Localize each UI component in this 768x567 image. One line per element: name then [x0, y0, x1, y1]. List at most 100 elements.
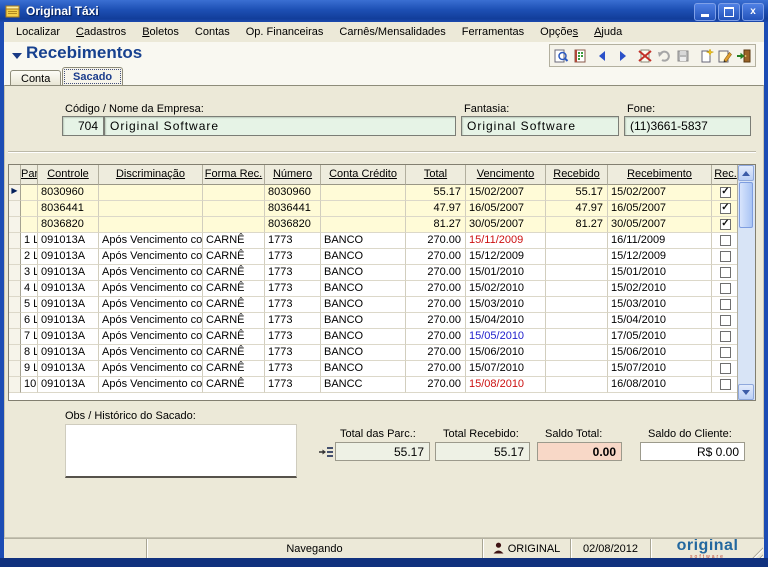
parcel-list-icon[interactable]: [318, 444, 334, 460]
header-vencimento[interactable]: Vencimento: [466, 165, 546, 185]
cell-forma-rec: CARNÊ: [203, 281, 265, 297]
rec-checkbox[interactable]: [720, 219, 731, 230]
header-controle[interactable]: Controle: [38, 165, 99, 185]
rec-checkbox[interactable]: [720, 235, 731, 246]
table-row[interactable]: 8036441 8036441 47.97 16/05/2007 47.97 1…: [9, 201, 740, 217]
header-recebido[interactable]: Recebido: [546, 165, 608, 185]
tab-sacado[interactable]: Sacado: [62, 67, 123, 86]
vertical-scrollbar[interactable]: [737, 165, 755, 400]
table-row[interactable]: 7 L 091013A Após Vencimento cobrar CARNÊ…: [9, 329, 740, 345]
cancel-record-icon[interactable]: [636, 47, 654, 65]
header-numero[interactable]: Número: [265, 165, 321, 185]
cell-discriminacao: Após Vencimento cobrar: [99, 265, 203, 281]
empresa-nome-field[interactable]: Original Software: [104, 116, 456, 136]
menu-localizar[interactable]: Localizar: [8, 24, 68, 40]
rec-checkbox[interactable]: [720, 267, 731, 278]
header-forma-rec[interactable]: Forma Rec.: [203, 165, 265, 185]
scrollbar-thumb[interactable]: [739, 182, 753, 228]
header-discriminacao[interactable]: Discriminação: [99, 165, 203, 185]
cell-controle: 091013A: [38, 297, 99, 313]
app-icon: [5, 3, 21, 19]
menu-carnes-mensalidades[interactable]: Carnês/Mensalidades: [331, 24, 453, 40]
exit-icon[interactable]: [735, 47, 753, 65]
header-par[interactable]: Par: [21, 165, 38, 185]
fone-field[interactable]: (11)3661-5837: [624, 116, 751, 136]
menu-ferramentas[interactable]: Ferramentas: [454, 24, 532, 40]
rec-checkbox[interactable]: [720, 299, 731, 310]
find-icon[interactable]: [552, 47, 570, 65]
menu-contas[interactable]: Contas: [187, 24, 238, 40]
table-row[interactable]: 4 L 091013A Após Vencimento cobrar CARNÊ…: [9, 281, 740, 297]
rec-checkbox[interactable]: [720, 315, 731, 326]
cell-total: 270.00: [406, 329, 466, 345]
cell-vencimento: 15/07/2010: [466, 361, 546, 377]
rec-checkbox[interactable]: [720, 331, 731, 342]
cell-controle: 091013A: [38, 265, 99, 281]
resize-grip[interactable]: [752, 547, 763, 558]
cell-rec: [712, 329, 740, 345]
scroll-down-icon[interactable]: [738, 384, 754, 400]
cell-recebido: [546, 313, 608, 329]
edit-record-icon[interactable]: [716, 47, 734, 65]
table-row[interactable]: 9 L 091013A Após Vencimento cobrar CARNÊ…: [9, 361, 740, 377]
obs-textarea[interactable]: [65, 424, 297, 478]
header-rec[interactable]: Rec.: [712, 165, 740, 185]
table-row[interactable]: 5 L 091013A Após Vencimento cobrar CARNÊ…: [9, 297, 740, 313]
cell-recebimento: 17/05/2010: [608, 329, 712, 345]
undo-icon[interactable]: [655, 47, 673, 65]
menu-cadastros[interactable]: Cadastros: [68, 24, 134, 40]
cell-rec: [712, 201, 740, 217]
close-button[interactable]: x: [742, 3, 764, 21]
status-user-name: ORIGINAL: [508, 543, 561, 555]
table-row[interactable]: 8036820 8036820 81.27 30/05/2007 81.27 3…: [9, 217, 740, 233]
rec-checkbox[interactable]: [720, 363, 731, 374]
tab-strip: Conta Sacado: [4, 67, 764, 86]
table-row[interactable]: 6 L 091013A Após Vencimento cobrar CARNÊ…: [9, 313, 740, 329]
next-record-icon[interactable]: [613, 47, 631, 65]
cell-par: 10 L: [21, 377, 38, 393]
header-conta-credito[interactable]: Conta Crédito: [321, 165, 406, 185]
cell-controle: 091013A: [38, 361, 99, 377]
menu-bar: Localizar Cadastros Boletos Contas Op. F…: [4, 22, 764, 42]
collapse-caret-icon[interactable]: [12, 53, 22, 59]
tab-conta[interactable]: Conta: [10, 70, 61, 86]
menu-op-financeiras[interactable]: Op. Financeiras: [238, 24, 332, 40]
header-recebimento[interactable]: Recebimento: [608, 165, 712, 185]
table-row[interactable]: 8 L 091013A Após Vencimento cobrar CARNÊ…: [9, 345, 740, 361]
fantasia-field[interactable]: Original Software: [461, 116, 619, 136]
rec-checkbox[interactable]: [720, 251, 731, 262]
cell-controle: 091013A: [38, 313, 99, 329]
header-total[interactable]: Total: [406, 165, 466, 185]
fantasia-label: Fantasia:: [464, 103, 509, 115]
rec-checkbox[interactable]: [720, 347, 731, 358]
saldo-total-label: Saldo Total:: [545, 428, 602, 440]
empresa-codigo-field[interactable]: 704: [62, 116, 104, 136]
table-row[interactable]: 10 L 091013A Após Vencimento cobrar CARN…: [9, 377, 740, 393]
toolbar: [549, 44, 756, 67]
minimize-button[interactable]: [694, 3, 716, 21]
cell-numero: 1773: [265, 329, 321, 345]
new-record-icon[interactable]: [697, 47, 715, 65]
maximize-button[interactable]: [718, 3, 740, 21]
saldo-cliente-label: Saldo do Cliente:: [648, 428, 732, 440]
rec-checkbox[interactable]: [720, 203, 731, 214]
table-row[interactable]: 2 L 091013A Após Vencimento cobrar CARNÊ…: [9, 249, 740, 265]
menu-boletos[interactable]: Boletos: [134, 24, 187, 40]
rec-checkbox[interactable]: [720, 379, 731, 390]
cell-controle: 8036820: [38, 217, 99, 233]
find-record-icon[interactable]: [571, 47, 589, 65]
rec-checkbox[interactable]: [720, 283, 731, 294]
scroll-up-icon[interactable]: [738, 165, 754, 181]
rec-checkbox[interactable]: [720, 187, 731, 198]
cell-vencimento: 15/06/2010: [466, 345, 546, 361]
saldo-cliente-field: R$ 0.00: [640, 442, 745, 461]
table-row[interactable]: 8030960 8030960 55.17 15/02/2007 55.17 1…: [9, 185, 740, 201]
save-icon[interactable]: [674, 47, 692, 65]
previous-record-icon[interactable]: [594, 47, 612, 65]
table-row[interactable]: 3 L 091013A Após Vencimento cobrar CARNÊ…: [9, 265, 740, 281]
table-row[interactable]: 1 L 091013A Após Vencimento cobrar CARNÊ…: [9, 233, 740, 249]
cell-total: 270.00: [406, 249, 466, 265]
menu-opcoes[interactable]: Opções: [532, 24, 586, 40]
total-recebido-label: Total Recebido:: [443, 428, 519, 440]
menu-ajuda[interactable]: Ajuda: [586, 24, 630, 40]
